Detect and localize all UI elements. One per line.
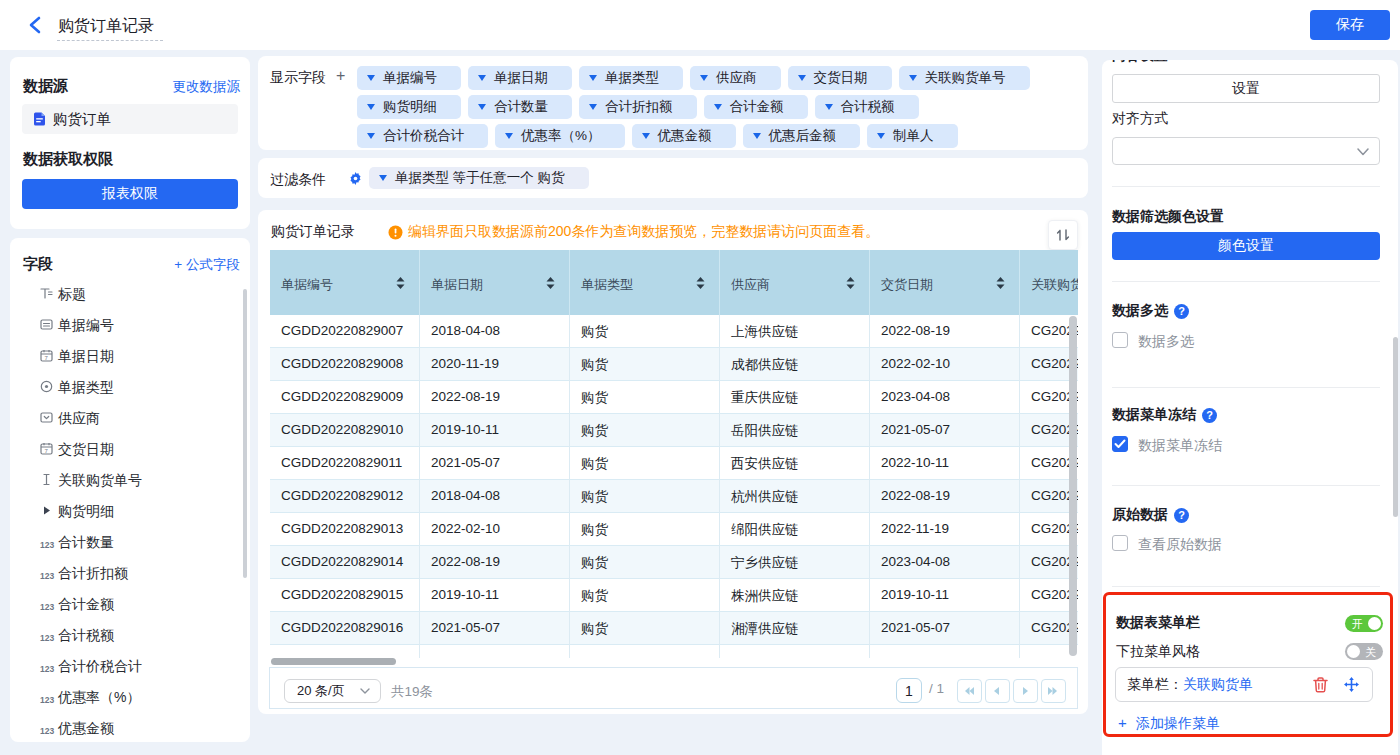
svg-text:7: 7 [45,447,49,453]
svg-text:7: 7 [45,354,49,360]
